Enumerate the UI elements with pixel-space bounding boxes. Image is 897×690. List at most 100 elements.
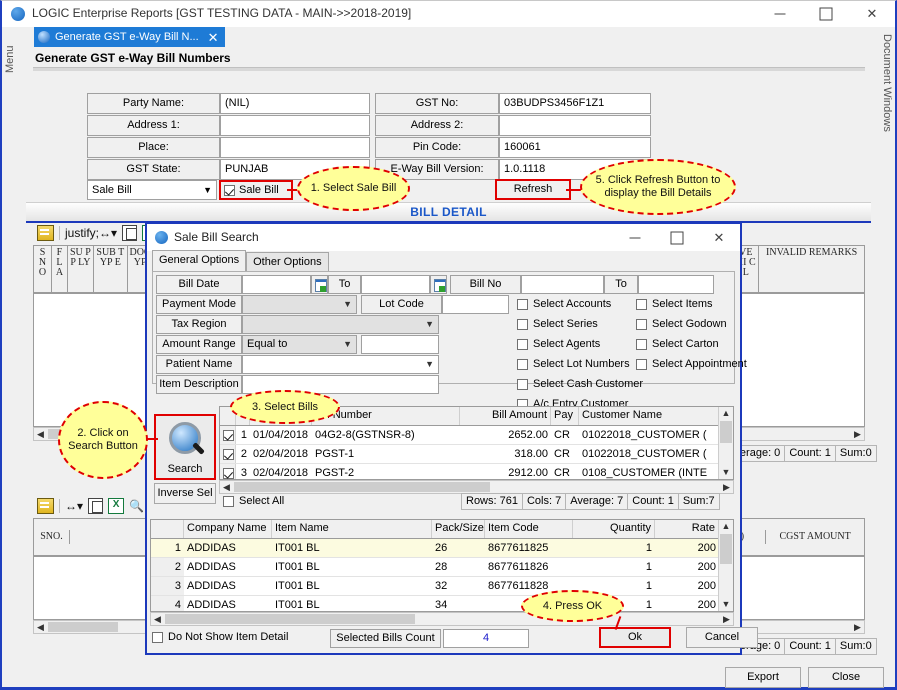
lot-code-input[interactable] (442, 295, 509, 314)
scroll-thumb[interactable] (234, 482, 490, 492)
scroll-left-icon[interactable]: ◀ (34, 621, 47, 633)
column-header-pay[interactable]: Pay (551, 407, 579, 425)
patient-name-select[interactable]: ▼ (242, 355, 439, 374)
bill-date-from-input[interactable] (242, 275, 311, 294)
column-header-sno[interactable]: S N O (34, 246, 52, 292)
scroll-right-icon[interactable]: ▶ (851, 621, 864, 633)
scroll-left-icon[interactable]: ◀ (151, 613, 164, 625)
items-grid[interactable]: Company Name Item Name Pack/Size Item Co… (150, 519, 734, 612)
export-button[interactable]: Export (725, 667, 801, 688)
scroll-up-icon[interactable]: ▲ (719, 520, 733, 533)
tab-general-options[interactable]: General Options (152, 250, 247, 272)
column-header-pack-size[interactable]: Pack/Size (432, 520, 485, 538)
tab-other-options[interactable]: Other Options (246, 252, 329, 272)
ok-button[interactable]: Ok (599, 627, 671, 648)
items-grid-hscrollbar[interactable]: ◀ ▶ (150, 612, 734, 626)
column-header-rate[interactable]: Rate (655, 520, 719, 538)
copy-icon[interactable] (88, 498, 104, 514)
scroll-thumb[interactable] (165, 614, 415, 624)
document-type-select[interactable]: Sale Bill ▼ (87, 180, 217, 200)
window-minimize-button[interactable] (757, 1, 803, 27)
amount-range-operator-select[interactable]: Equal to ▼ (242, 335, 357, 354)
excel-export-icon[interactable]: X (108, 498, 125, 514)
column-header-quantity[interactable]: Quantity (573, 520, 655, 538)
checkbox-select-accounts[interactable]: Select Accounts (517, 298, 611, 310)
column-header-company-name[interactable]: Company Name (184, 520, 272, 538)
resize-columns-icon[interactable]: ↔▾ (65, 500, 83, 512)
column-header-subtype[interactable]: SUB TYP E (94, 246, 128, 292)
dialog-maximize-button[interactable] (656, 224, 698, 251)
bill-date-to-input[interactable] (361, 275, 430, 294)
checkbox-select-cash-customer[interactable]: Select Cash Customer (517, 378, 643, 390)
table-row[interactable]: 1 01/04/2018 04G2-8(GSTNSR-8) 2652.00 CR… (220, 426, 733, 445)
bills-grid-vscrollbar[interactable]: ▲ ▼ (718, 407, 733, 479)
scroll-right-icon[interactable]: ▶ (720, 481, 733, 493)
column-header-sno2[interactable]: SNO. (34, 530, 70, 544)
bill-no-from-input[interactable] (521, 275, 604, 294)
column-header-rownum[interactable] (151, 520, 184, 538)
scroll-right-icon[interactable]: ▶ (720, 613, 733, 625)
calendar-icon[interactable] (430, 275, 447, 294)
value-place[interactable] (220, 137, 370, 158)
bills-grid-hscrollbar[interactable]: ◀ ▶ (219, 480, 734, 494)
scroll-down-icon[interactable]: ▼ (719, 466, 733, 479)
note-icon[interactable] (37, 498, 54, 514)
value-address-1[interactable] (220, 115, 370, 136)
window-maximize-button[interactable] (803, 1, 849, 27)
inverse-sel-button[interactable]: Inverse Sel (154, 483, 216, 504)
close-button[interactable]: Close (808, 667, 884, 688)
payment-mode-select[interactable]: ▼ (242, 295, 357, 314)
scroll-left-icon[interactable]: ◀ (220, 481, 233, 493)
checkbox-select-godown[interactable]: Select Godown (636, 318, 727, 330)
do-not-show-item-detail-checkbox[interactable]: Do Not Show Item Detail (152, 631, 288, 643)
column-header-bill-amount[interactable]: Bill Amount (460, 407, 551, 425)
value-pin-code[interactable]: 160061 (499, 137, 651, 158)
table-row[interactable]: 1 ADDIDAS IT001 BL 26 8677611825 1 200 (151, 539, 733, 558)
value-gst-no[interactable]: 03BUDPS3456F1Z1 (499, 93, 651, 114)
table-row[interactable]: 2 ADDIDAS IT001 BL 28 8677611826 1 200 (151, 558, 733, 577)
row-checkbox-icon[interactable] (223, 468, 234, 479)
scroll-up-icon[interactable]: ▲ (719, 407, 733, 420)
resize-columns-icon[interactable]: justify;↔▾ (65, 227, 117, 239)
copy-icon[interactable] (122, 225, 138, 241)
value-party-name[interactable]: (NIL) (220, 93, 370, 114)
dialog-close-button[interactable]: ✕ (698, 224, 740, 251)
scroll-thumb[interactable] (720, 421, 732, 443)
value-address-2[interactable] (499, 115, 651, 136)
table-row[interactable]: 4 ADDIDAS IT001 BL 34 1 200 (151, 596, 733, 611)
amount-range-input[interactable] (361, 335, 439, 354)
checkbox-select-agents[interactable]: Select Agents (517, 338, 600, 350)
window-close-button[interactable]: ✕ (849, 1, 895, 27)
scroll-down-icon[interactable]: ▼ (719, 598, 733, 611)
note-icon[interactable] (37, 225, 54, 241)
calendar-icon[interactable] (311, 275, 328, 294)
column-header-item-code[interactable]: Item Code (485, 520, 573, 538)
scroll-right-icon[interactable]: ▶ (851, 428, 864, 440)
menu-dock-label[interactable]: Menu (4, 31, 20, 87)
document-tab-close-icon[interactable]: ✕ (208, 31, 219, 44)
row-checkbox-icon[interactable] (223, 449, 234, 460)
column-header-fla[interactable]: F L A (52, 246, 68, 292)
scroll-left-icon[interactable]: ◀ (34, 428, 47, 440)
table-row[interactable]: 3 ADDIDAS IT001 BL 32 8677611828 1 200 (151, 577, 733, 596)
dialog-minimize-button[interactable] (614, 224, 656, 251)
selected-bills-count-value[interactable]: 4 (443, 629, 529, 648)
column-header-customer-name[interactable]: Customer Name (579, 407, 721, 425)
checkbox-select-lot-numbers[interactable]: Select Lot Numbers (517, 358, 630, 370)
tax-region-select[interactable]: ▼ (242, 315, 439, 334)
items-grid-vscrollbar[interactable]: ▲ ▼ (718, 520, 733, 611)
column-header-cgst-amount[interactable]: CGST AMOUNT (766, 530, 864, 544)
column-header-supply[interactable]: SU PP LY (68, 246, 94, 292)
checkbox-select-series[interactable]: Select Series (517, 318, 598, 330)
table-row[interactable]: 3 02/04/2018 PGST-2 2912.00 CR 0108_CUST… (220, 464, 733, 479)
checkbox-select-items[interactable]: Select Items (636, 298, 713, 310)
select-all-checkbox[interactable]: Select All (223, 495, 284, 507)
document-windows-dock-label[interactable]: Document Windows (877, 31, 893, 135)
scroll-thumb[interactable] (720, 534, 732, 564)
column-header-item-name[interactable]: Item Name (272, 520, 432, 538)
cancel-button[interactable]: Cancel (686, 627, 758, 648)
search-button[interactable]: Search (154, 414, 216, 480)
document-tab-generate-eway[interactable]: Generate GST e-Way Bill N... ✕ (34, 27, 225, 47)
table-row[interactable]: 2 02/04/2018 PGST-1 318.00 CR 01022018_C… (220, 445, 733, 464)
checkbox-select-appointment[interactable]: Select Appointment (636, 358, 747, 370)
